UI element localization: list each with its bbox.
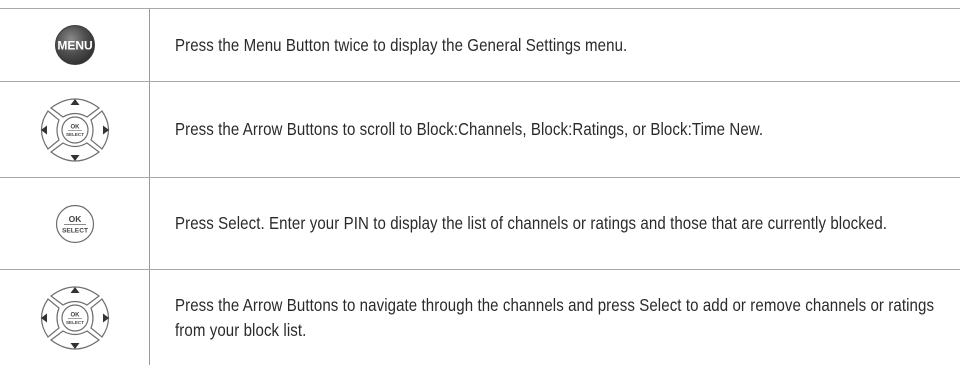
step-4-text: Press the Arrow Buttons to navigate thro… <box>175 294 935 340</box>
center-label-top: OK <box>70 312 80 318</box>
step-3-text-cell: Press Select. Enter your PIN to display … <box>150 178 960 269</box>
select-label: SELECT <box>61 227 87 234</box>
step-row-2: OK SELECT Press the Arrow Buttons to scr… <box>0 82 960 178</box>
step-row-1: MENU Press the Menu Button twice to disp… <box>0 8 960 82</box>
step-3-icon-cell: OK SELECT <box>0 178 150 269</box>
step-row-3: OK SELECT Press Select. Enter your PIN t… <box>0 178 960 270</box>
menu-button-icon: MENU <box>54 25 95 65</box>
step-row-4: OK SELECT Press the Arrow Buttons to nav… <box>0 270 960 365</box>
ok-select-button-icon: OK SELECT <box>55 204 94 243</box>
step-3-text: Press Select. Enter your PIN to display … <box>175 213 888 233</box>
menu-button-label: MENU <box>57 39 92 53</box>
center-label-top: OK <box>70 124 80 130</box>
step-4-icon-cell: OK SELECT <box>0 270 150 365</box>
step-1-text: Press the Menu Button twice to display t… <box>175 34 628 55</box>
step-1-text-cell: Press the Menu Button twice to display t… <box>150 9 960 81</box>
step-4-text-cell: Press the Arrow Buttons to navigate thro… <box>150 270 960 365</box>
step-2-text: Press the Arrow Buttons to scroll to Blo… <box>175 119 764 139</box>
center-label-bottom: SELECT <box>65 320 83 325</box>
step-2-icon-cell: OK SELECT <box>0 82 150 177</box>
instruction-steps-table: MENU Press the Menu Button twice to disp… <box>0 0 960 365</box>
center-label-bottom: SELECT <box>65 132 83 137</box>
step-1-icon-cell: MENU <box>0 9 150 81</box>
step-2-text-cell: Press the Arrow Buttons to scroll to Blo… <box>150 82 960 177</box>
arrow-pad-icon: OK SELECT <box>40 285 109 350</box>
arrow-pad-icon: OK SELECT <box>40 97 109 162</box>
ok-label: OK <box>68 214 82 224</box>
